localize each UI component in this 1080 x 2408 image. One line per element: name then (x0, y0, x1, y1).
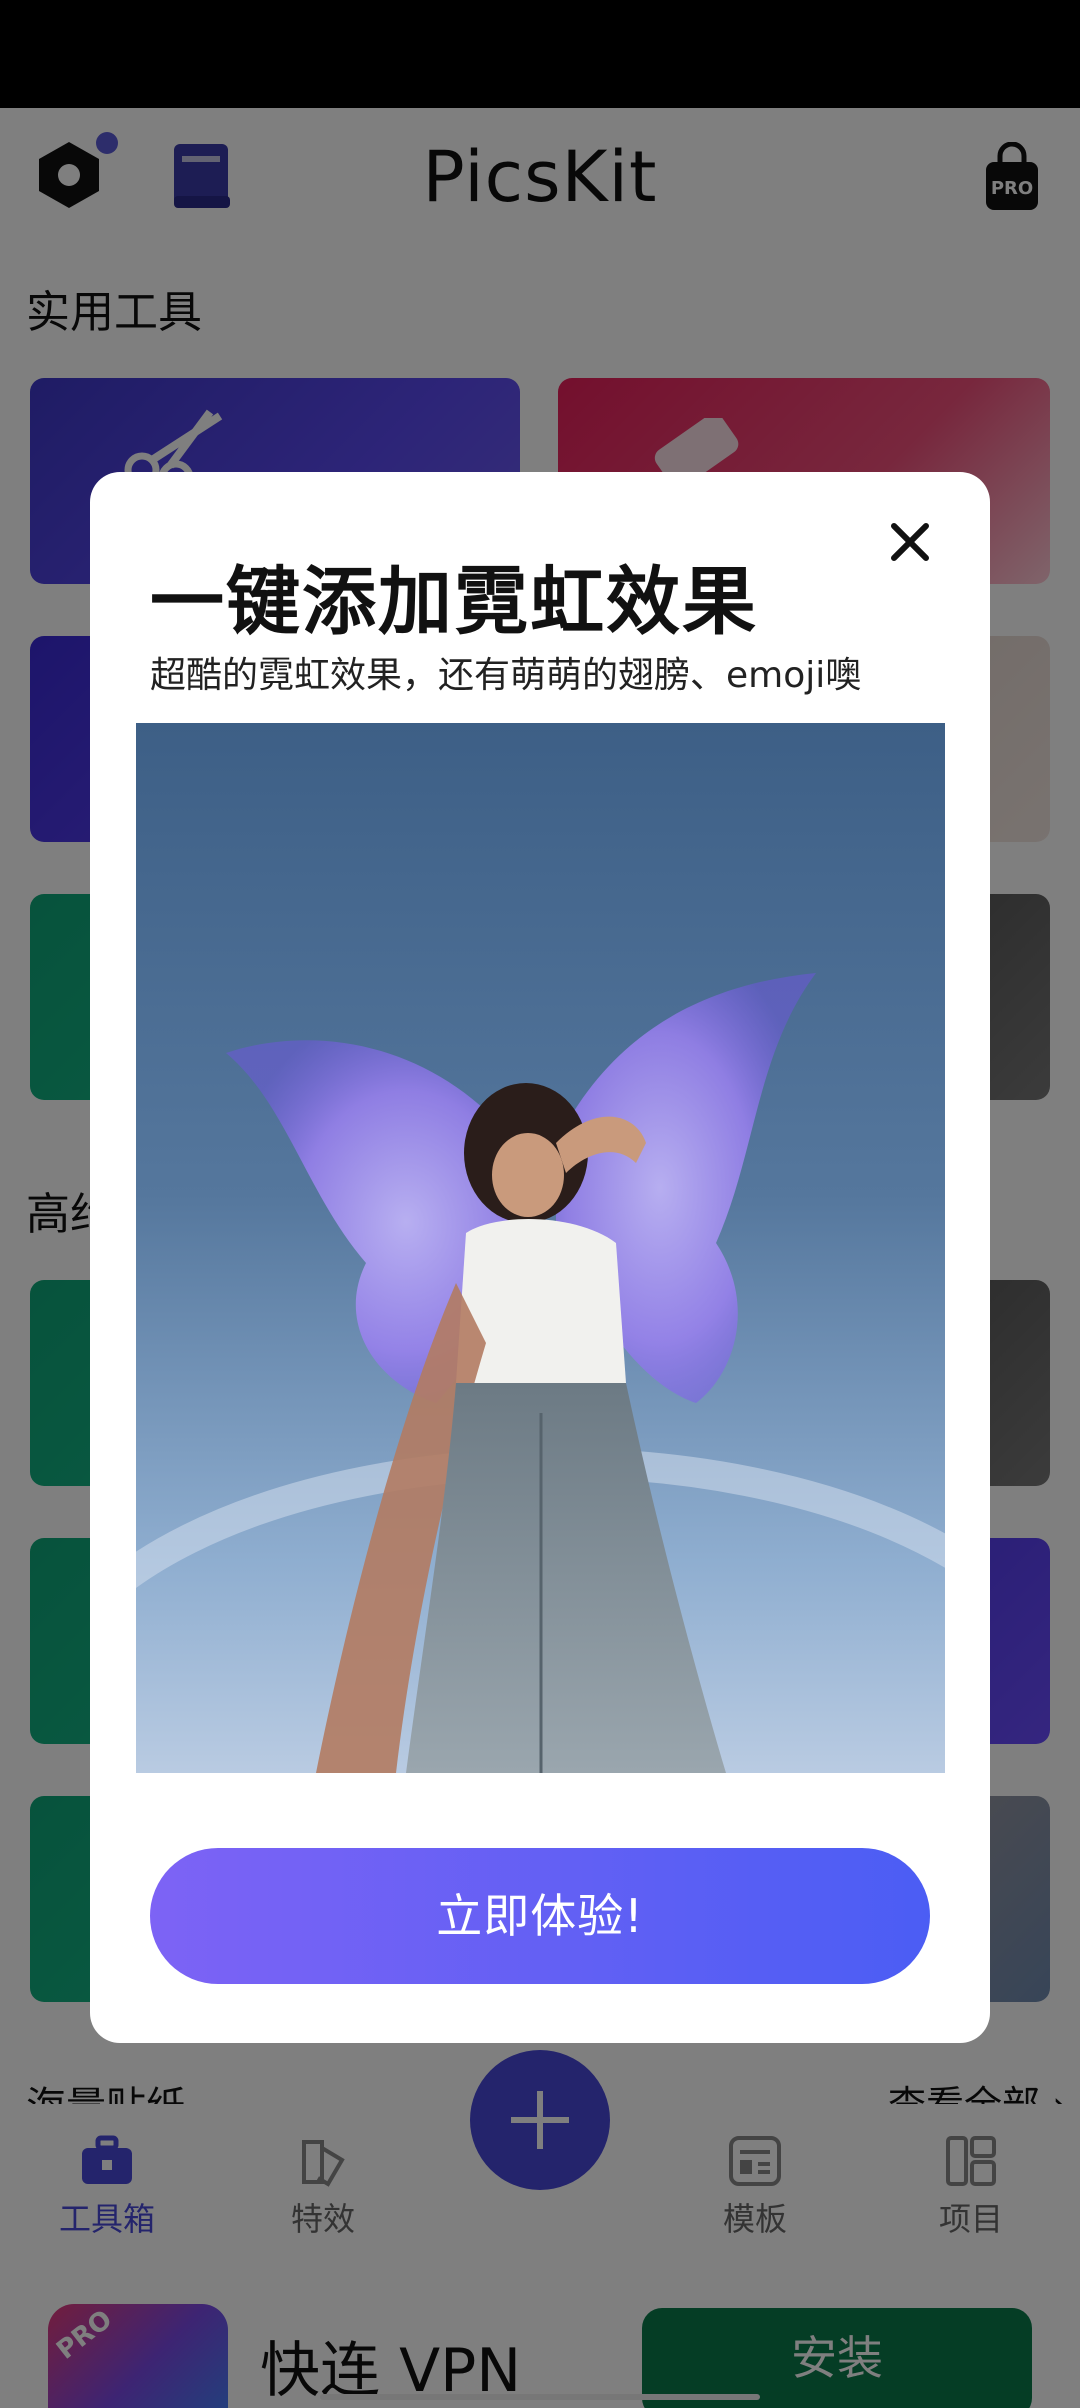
neon-wings-preview-image (136, 723, 945, 1773)
modal-subtitle: 超酷的霓虹效果，还有萌萌的翅膀、emoji噢 (150, 655, 862, 696)
home-indicator (320, 2394, 760, 2400)
close-icon[interactable] (880, 512, 940, 572)
try-now-button[interactable]: 立即体验! (150, 1848, 930, 1984)
modal-title: 一键添加霓虹效果 (150, 559, 758, 645)
status-bar (0, 0, 1080, 108)
promo-modal: 一键添加霓虹效果 超酷的霓虹效果，还有萌萌的翅膀、emoji噢 立即体验! (90, 472, 990, 2043)
